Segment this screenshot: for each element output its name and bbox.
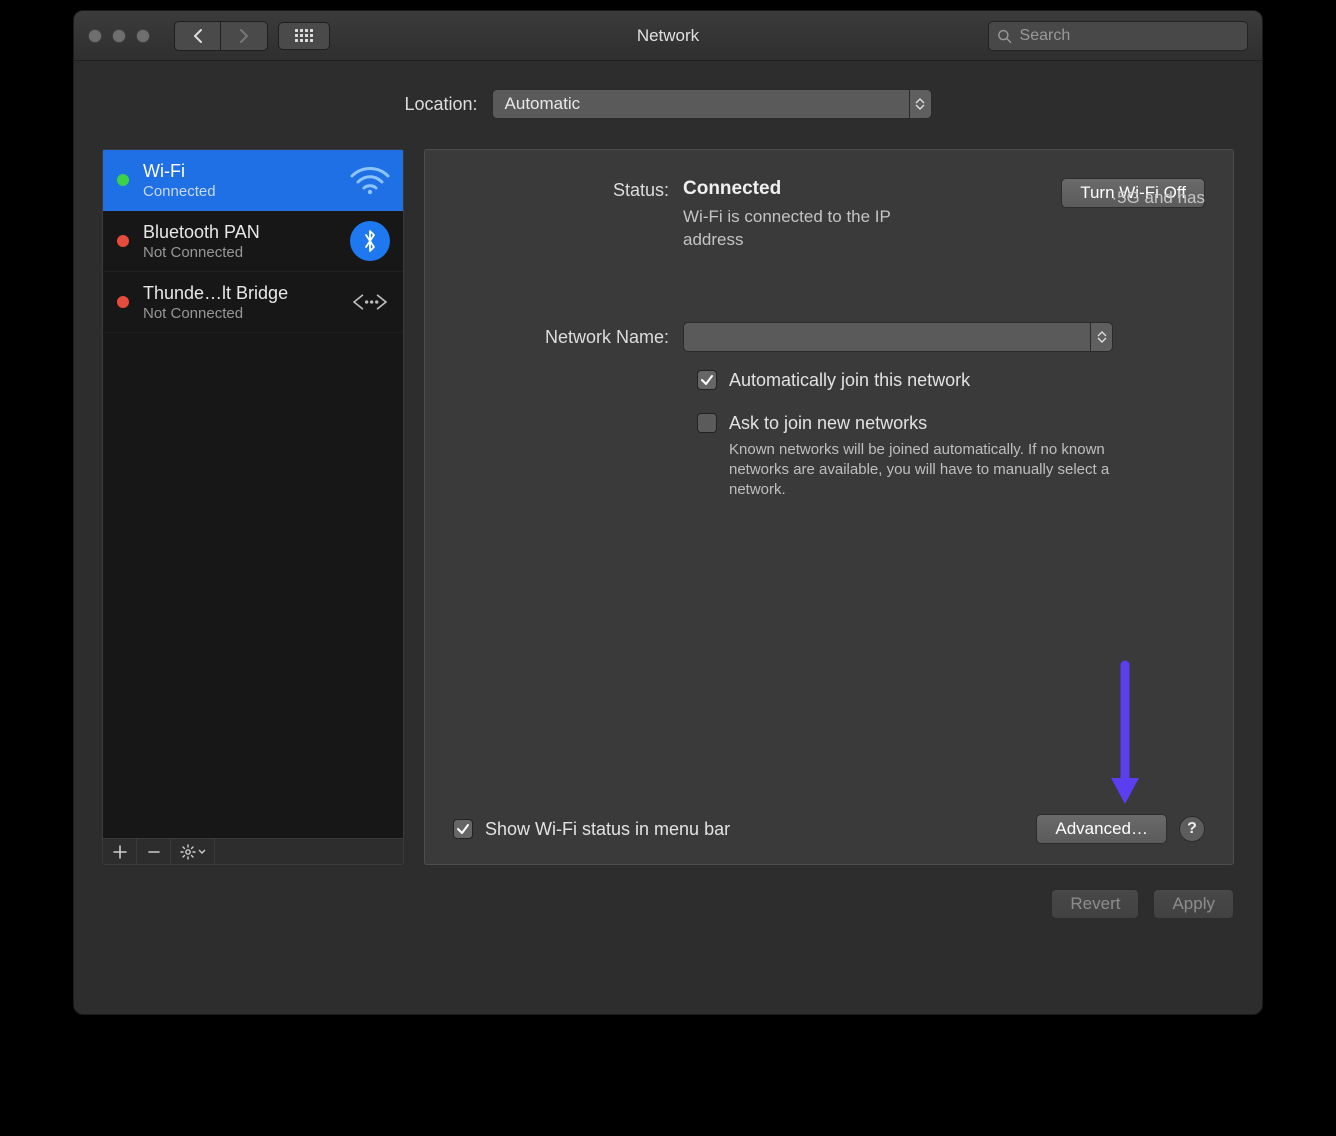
status-label: Status: [453,178,683,201]
sidebar-footer-spacer [215,839,403,864]
annotation-arrow-icon [1105,660,1145,810]
status-dot-icon [117,174,129,186]
service-status: Connected [143,183,335,200]
ask-join-description: Known networks will be joined automatica… [729,440,1149,501]
chevron-right-icon [238,29,250,43]
wifi-icon [349,159,391,201]
service-sidebar: Wi-Fi Connected Bluetooth PAN Not Connec… [102,149,404,865]
network-name-select[interactable] [683,322,1113,352]
ask-join-checkbox[interactable] [697,413,717,433]
auto-join-checkbox[interactable] [697,370,717,390]
search-input[interactable] [1020,27,1239,45]
window-controls [88,29,150,43]
content-area: Location: Automatic Wi-Fi Connected [74,61,1262,937]
bluetooth-icon [349,220,391,262]
minus-icon [147,845,161,859]
service-text: Bluetooth PAN Not Connected [143,222,335,261]
service-text: Wi-Fi Connected [143,161,335,200]
detail-bottom-row: Show Wi-Fi status in menu bar Advanced… … [453,814,1205,844]
status-row: Status: Connected Wi-Fi is connected to … [453,178,1205,252]
service-name: Wi-Fi [143,161,335,182]
ask-join-label: Ask to join new networks [729,413,1149,434]
chevron-down-icon [198,849,206,854]
checkmark-icon [700,373,714,387]
zoom-window-button[interactable] [136,29,150,43]
network-name-row: Network Name: [453,322,1205,352]
checkmark-icon [456,822,470,836]
status-value: Connected [683,178,1061,200]
service-list: Wi-Fi Connected Bluetooth PAN Not Connec… [103,150,403,838]
sidebar-footer [103,838,403,864]
main-row: Wi-Fi Connected Bluetooth PAN Not Connec… [102,149,1234,865]
location-select[interactable]: Automatic [492,89,932,119]
search-field-container [988,21,1248,51]
status-dot-icon [117,235,129,247]
help-button[interactable]: ? [1179,816,1205,842]
close-window-button[interactable] [88,29,102,43]
auto-join-label: Automatically join this network [729,370,970,391]
location-label: Location: [404,94,477,115]
show-all-button[interactable] [278,22,330,50]
status-description: Wi-Fi is connected to the IP address [683,206,903,252]
nav-buttons [174,21,268,51]
service-status: Not Connected [143,244,335,261]
revert-button[interactable]: Revert [1051,889,1139,919]
service-item-bluetooth[interactable]: Bluetooth PAN Not Connected [103,211,403,272]
chevron-down-icon [915,104,925,110]
footer-buttons: Revert Apply [102,889,1234,919]
service-item-thunderbolt[interactable]: Thunde…lt Bridge Not Connected [103,272,403,333]
network-preferences-window: Network Location: Automatic [73,10,1263,1015]
location-row: Location: Automatic [102,89,1234,119]
add-service-button[interactable] [103,839,137,864]
network-name-label: Network Name: [453,325,683,348]
service-name: Thunde…lt Bridge [143,283,335,304]
service-name: Bluetooth PAN [143,222,335,243]
remove-service-button[interactable] [137,839,171,864]
status-value-group: Connected Wi-Fi is connected to the IP a… [683,178,1061,252]
show-menubar-label: Show Wi-Fi status in menu bar [485,819,730,840]
status-extra-text: ·5G and has [1111,188,1205,208]
select-stepper-icon [1090,323,1112,351]
plus-icon [113,845,127,859]
chevron-down-icon [1097,337,1107,343]
apply-button[interactable]: Apply [1153,889,1234,919]
service-text: Thunde…lt Bridge Not Connected [143,283,335,322]
location-value: Automatic [505,94,581,114]
titlebar: Network [74,11,1262,61]
auto-join-row: Automatically join this network [697,370,1205,391]
forward-button[interactable] [221,22,267,50]
minimize-window-button[interactable] [112,29,126,43]
search-icon [997,28,1012,44]
back-button[interactable] [175,22,221,50]
chevron-left-icon [192,29,204,43]
detail-panel: Status: Connected Wi-Fi is connected to … [424,149,1234,865]
service-actions-menu[interactable] [171,839,215,864]
service-item-wifi[interactable]: Wi-Fi Connected [103,150,403,211]
service-status: Not Connected [143,305,335,322]
grid-icon [295,29,313,42]
select-stepper-icon [909,90,931,118]
ask-join-row: Ask to join new networks Known networks … [697,413,1205,501]
thunderbolt-bridge-icon [349,281,391,323]
advanced-button[interactable]: Advanced… [1036,814,1167,844]
status-dot-icon [117,296,129,308]
show-menubar-checkbox[interactable] [453,819,473,839]
gear-icon [180,844,196,860]
